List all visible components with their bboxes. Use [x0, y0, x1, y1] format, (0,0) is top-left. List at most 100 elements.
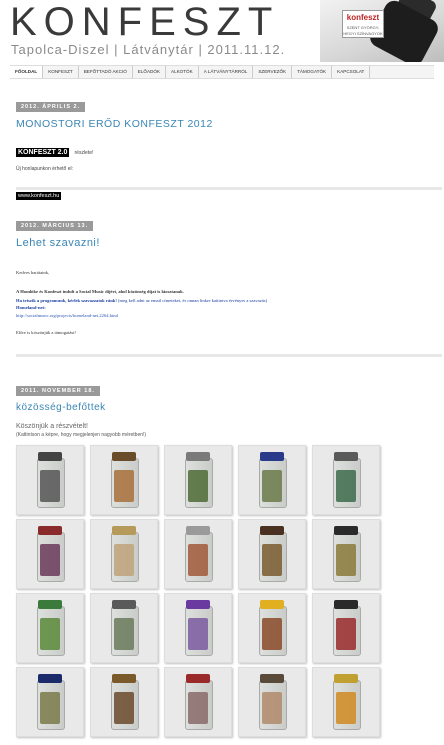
post-divider [16, 354, 442, 357]
jar-lid [334, 600, 358, 609]
gallery-thumbnail[interactable] [164, 667, 232, 737]
gallery-thumbnail[interactable] [238, 667, 306, 737]
vote-note: (meg kell adni az email címeteket, és on… [116, 298, 268, 303]
post-line: Új honlapunkon érhető el: [16, 166, 73, 172]
jar-lid [38, 526, 62, 535]
gallery-thumbnail[interactable] [312, 667, 380, 737]
gallery-thumbnail[interactable] [90, 519, 158, 589]
jar-lid [38, 600, 62, 609]
blog-post: 2012. ÁPRILIS 2. MONOSTORI ERŐD KONFESZT… [16, 93, 442, 201]
photo-label-sub: SZENT GYÖRGY-HEGYI SZÍNVAGYOK [343, 25, 383, 36]
post-date: 2012. ÁPRILIS 2. [16, 102, 86, 112]
jar-lid [112, 674, 136, 683]
jar-lid [334, 526, 358, 535]
nav-item-szervezok[interactable]: SZERVEZŐK [253, 66, 293, 78]
post-title[interactable]: MONOSTORI ERŐD KONFESZT 2012 [16, 118, 442, 130]
jar-contents [40, 692, 60, 724]
jar-contents [114, 544, 134, 576]
nav-item-konfeszt[interactable]: KONFESZT [43, 66, 79, 78]
jar-contents [188, 618, 208, 650]
jar-contents [188, 470, 208, 502]
post-title[interactable]: Lehet szavazni! [16, 237, 442, 249]
gallery-thumbnail[interactable] [312, 519, 380, 589]
jar-contents [336, 618, 356, 650]
header-photo: konfeszt SZENT GYÖRGY-HEGYI SZÍNVAGYOK [320, 0, 444, 62]
jar-lid [112, 526, 136, 535]
jar-lid [334, 452, 358, 461]
jar-lid [38, 452, 62, 461]
photo-label-text: konfeszt [346, 13, 380, 22]
jar-contents [262, 470, 282, 502]
post-note: (Kattintson a képre, hogy megjelenjen na… [16, 432, 147, 438]
project-name: Homeland-net: [16, 305, 46, 310]
jar-lid [260, 674, 284, 683]
vote-link[interactable]: http://socialmusic.org/projects/homeland… [16, 313, 442, 318]
nav-item-eloadok[interactable]: ELŐADÓK [133, 66, 166, 78]
post-paragraph: A Homlöke és Konfeszt indult a Social Mu… [16, 289, 184, 294]
post-date: 2011. NOVEMBER 18. [16, 386, 100, 396]
nav-item-alkotok[interactable]: ALKOTÓK [166, 66, 199, 78]
gallery-thumbnail[interactable] [312, 593, 380, 663]
jar-lid [260, 526, 284, 535]
nav-item-latvanytarrol[interactable]: A LÁTVÁNYTÁRRÓL [199, 66, 254, 78]
photo-label: konfeszt SZENT GYÖRGY-HEGYI SZÍNVAGYOK [342, 10, 384, 38]
jar-contents [188, 544, 208, 576]
jar-contents [262, 544, 282, 576]
gallery-thumbnail[interactable] [16, 445, 84, 515]
jar-contents [336, 470, 356, 502]
gallery-thumbnail[interactable] [16, 519, 84, 589]
gallery-thumbnail[interactable] [90, 593, 158, 663]
konfeszt-badge: KONFESZT 2.0 [16, 148, 70, 157]
gallery-thumbnail[interactable] [312, 445, 380, 515]
gallery-thumbnail[interactable] [90, 667, 158, 737]
jar-contents [114, 618, 134, 650]
jar-contents [336, 692, 356, 724]
post-greeting: Kedves barátaink, [16, 270, 50, 275]
gallery-thumbnail[interactable] [164, 593, 232, 663]
jar-contents [188, 692, 208, 724]
gallery-thumbnail[interactable] [90, 445, 158, 515]
gallery-thumbnail[interactable] [16, 593, 84, 663]
post-divider [16, 187, 442, 190]
jar-lid [112, 600, 136, 609]
post-title[interactable]: közösség-befőttek [16, 402, 442, 413]
jar-contents [40, 544, 60, 576]
jar-contents [40, 470, 60, 502]
post-body: KONFESZT 2.0 részlete! [16, 139, 442, 158]
jar-contents [262, 692, 282, 724]
jar-lid [260, 600, 284, 609]
jar-contents [262, 618, 282, 650]
site-logo[interactable]: KONFESZT [10, 2, 279, 42]
gallery-thumbnail[interactable] [238, 519, 306, 589]
jar-lid [38, 674, 62, 683]
gallery-thumbnail[interactable] [238, 445, 306, 515]
jar-lid [112, 452, 136, 461]
main-navigation: FŐOLDAL KONFESZT BEFŐTTADÓ AKCIÓ ELŐADÓK… [10, 65, 434, 79]
blog-header: KONFESZT Tapolca-Diszel | Látványtár | 2… [0, 0, 444, 62]
nav-item-befottado-akcio[interactable]: BEFŐTTADÓ AKCIÓ [79, 66, 133, 78]
nav-item-fooldal[interactable]: FŐOLDAL [10, 66, 44, 78]
jar-lid [186, 674, 210, 683]
jar-lid [334, 674, 358, 683]
gallery-thumbnail[interactable] [16, 667, 84, 737]
nav-item-kapcsolat[interactable]: KAPCSOLAT [332, 66, 371, 78]
post-intro: Köszönjük a részvételt! [16, 423, 88, 430]
site-link[interactable]: www.konfeszt.hu [16, 192, 62, 200]
vote-request: Ha tetszik a programunk, kérlek szavazza… [16, 298, 117, 303]
jar-lid [186, 526, 210, 535]
jar-contents [114, 692, 134, 724]
jar-lid [186, 600, 210, 609]
nav-item-tamogatok[interactable]: TÁMOGATÓK [292, 66, 333, 78]
gallery-thumbnail[interactable] [164, 519, 232, 589]
gallery-thumbnail[interactable] [164, 445, 232, 515]
jar-contents [336, 544, 356, 576]
jar-contents [40, 618, 60, 650]
post-date: 2012. MÁRCIUS 13. [16, 221, 94, 231]
blog-post: 2012. MÁRCIUS 13. Lehet szavazni! Kedves… [16, 212, 442, 335]
blog-post: 2011. NOVEMBER 18. közösség-befőttek Kös… [16, 377, 442, 438]
site-tagline: Tapolca-Diszel | Látványtár | 2011.11.12… [11, 42, 286, 57]
post-link-wrap: www.konfeszt.hu [16, 182, 442, 201]
jar-contents [114, 470, 134, 502]
post-paragraph: Ha tetszik a programunk, kérlek szavazza… [16, 298, 442, 303]
gallery-thumbnail[interactable] [238, 593, 306, 663]
